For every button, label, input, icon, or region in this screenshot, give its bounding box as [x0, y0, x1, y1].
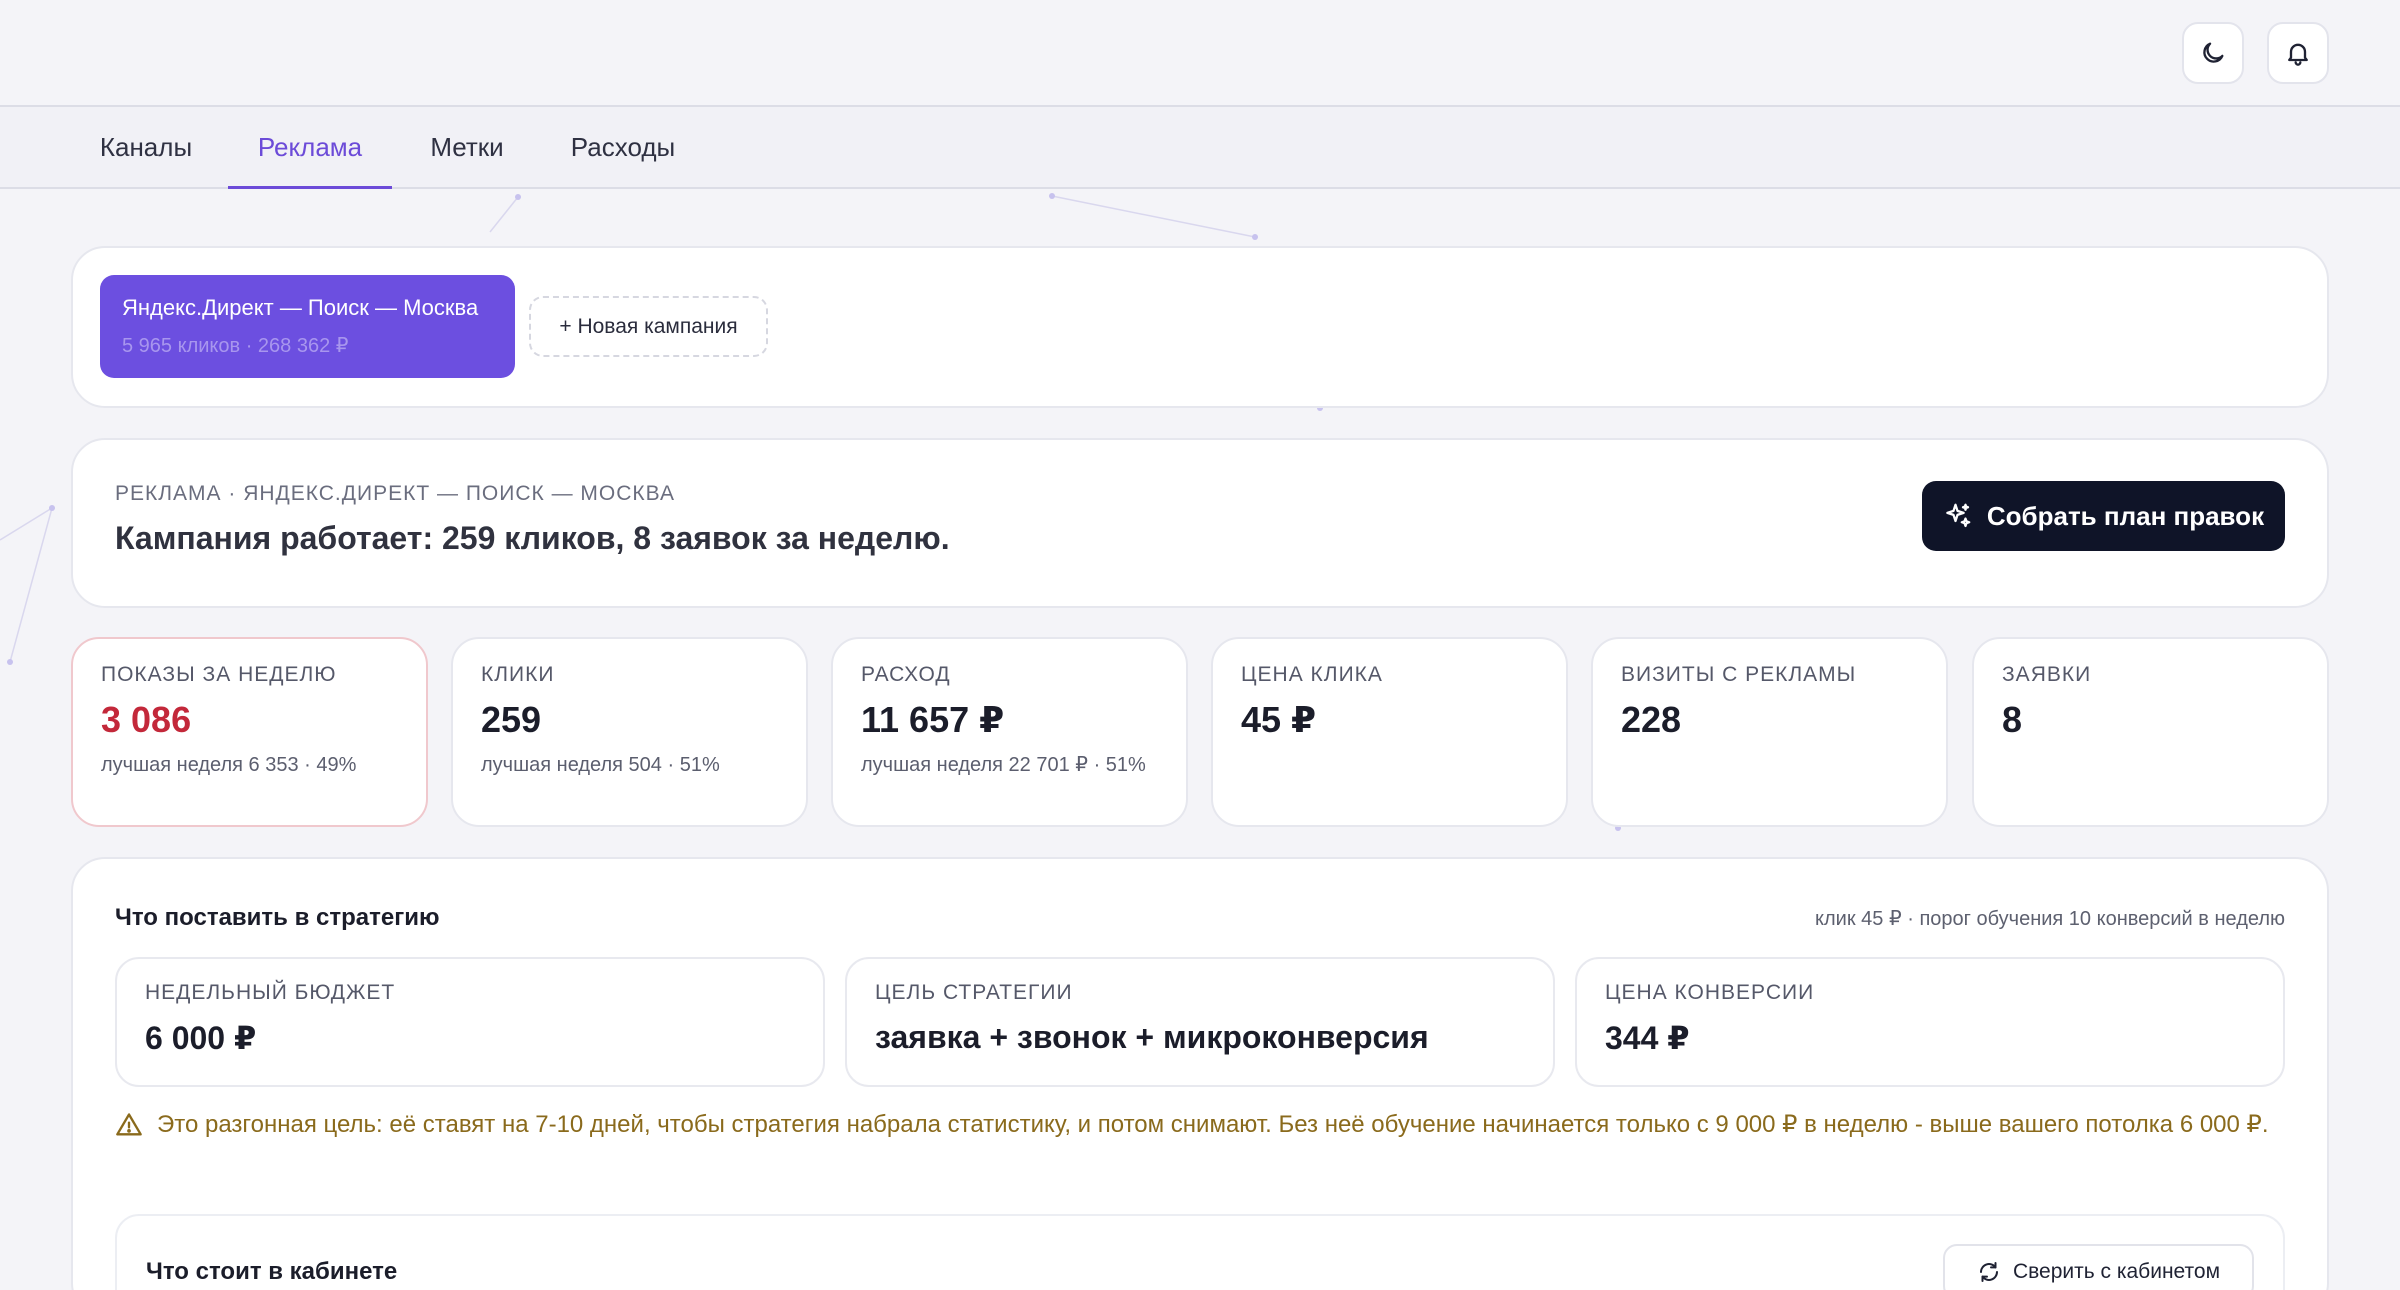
metric-value: 228 — [1621, 699, 1682, 740]
strategy-box-value: заявка + звонок + микроконверсия — [875, 1019, 1429, 1055]
metric-cpc: ЦЕНА КЛИКА 45 ₽ — [1211, 637, 1568, 827]
summary-overline: РЕКЛАМА · ЯНДЕКС.ДИРЕКТ — ПОИСК — МОСКВА — [115, 482, 675, 505]
strategy-meta: клик 45 ₽ · порог обучения 10 конверсий … — [1815, 908, 2285, 930]
tab-expenses[interactable]: Расходы — [568, 107, 678, 187]
moon-icon — [2203, 42, 2224, 63]
metric-sub: лучшая неделя 22 701 ₽ · 51% — [861, 754, 1146, 776]
metric-impressions: ПОКАЗЫ ЗА НЕДЕЛЮ 3 086 лучшая неделя 6 3… — [71, 637, 428, 827]
strategy-budget-box: НЕДЕЛЬНЫЙ БЮДЖЕТ 6 000 ₽ — [115, 957, 825, 1087]
build-plan-button[interactable]: Собрать план правок — [1922, 481, 2285, 551]
warning-triangle-icon — [116, 1113, 142, 1136]
metric-visits: ВИЗИТЫ С РЕКЛАМЫ 228 — [1591, 637, 1948, 827]
metric-sub: лучшая неделя 504 · 51% — [481, 754, 720, 776]
metric-value: 3 086 — [101, 699, 192, 740]
metric-label: РАСХОД — [861, 663, 951, 686]
strategy-box-label: ЦЕНА КОНВЕРСИИ — [1605, 981, 1815, 1004]
campaign-name: Яндекс.Директ — Поиск — Москва — [122, 295, 479, 320]
tab-channels[interactable]: Каналы — [98, 107, 194, 187]
metric-value: 45 ₽ — [1241, 699, 1317, 740]
campaign-chip-selected[interactable]: Яндекс.Директ — Поиск — Москва 5 965 кли… — [100, 275, 515, 378]
tab-tags[interactable]: Метки — [426, 107, 508, 187]
tab-ads[interactable]: Реклама — [228, 107, 392, 189]
strategy-title: Что поставить в стратегию — [115, 904, 440, 931]
metric-label: ЗАЯВКИ — [2002, 663, 2092, 686]
sparkles-icon — [1946, 503, 1971, 528]
strategy-box-label: ЦЕЛЬ СТРАТЕГИИ — [875, 981, 1073, 1004]
new-campaign-button[interactable]: + Новая кампания — [529, 296, 768, 357]
section-tabs: Каналы Реклама Метки Расходы — [0, 107, 2400, 189]
metric-label: ВИЗИТЫ С РЕКЛАМЫ — [1621, 663, 1857, 686]
metric-label: ЦЕНА КЛИКА — [1241, 663, 1383, 686]
bell-icon — [2288, 43, 2308, 66]
metric-label: ПОКАЗЫ ЗА НЕДЕЛЮ — [101, 663, 337, 686]
metric-value: 11 657 ₽ — [861, 699, 1005, 740]
campaign-stats: 5 965 кликов · 268 362 ₽ — [122, 335, 349, 357]
strategy-goal-box: ЦЕЛЬ СТРАТЕГИИ заявка + звонок + микроко… — [845, 957, 1555, 1087]
refresh-icon — [1979, 1262, 1998, 1282]
metric-clicks: КЛИКИ 259 лучшая неделя 504 · 51% — [451, 637, 808, 827]
strategy-warning: Это разгонная цель: её ставят на 7-10 дн… — [115, 1104, 2285, 1146]
strategy-box-value: 344 ₽ — [1605, 1020, 1690, 1056]
top-bar — [0, 0, 2400, 107]
cabinet-title: Что стоит в кабинете — [146, 1258, 398, 1285]
theme-toggle-button[interactable] — [2182, 22, 2244, 84]
metric-sub: лучшая неделя 6 353 · 49% — [101, 754, 357, 776]
notifications-button[interactable] — [2267, 22, 2329, 84]
sync-with-cabinet-button[interactable]: Сверить с кабинетом — [1943, 1244, 2254, 1290]
cabinet-section: Что стоит в кабинете Сверить с кабинетом — [115, 1214, 2285, 1290]
strategy-box-value: 6 000 ₽ — [145, 1020, 257, 1056]
strategy-box-label: НЕДЕЛЬНЫЙ БЮДЖЕТ — [145, 981, 396, 1004]
build-plan-label: Собрать план правок — [1986, 500, 2265, 531]
metric-label: КЛИКИ — [481, 663, 555, 686]
metric-spend: РАСХОД 11 657 ₽ лучшая неделя 22 701 ₽ ·… — [831, 637, 1188, 827]
metric-value: 259 — [481, 699, 542, 740]
sync-button-label: Сверить с кабинетом — [2012, 1260, 2221, 1283]
strategy-cpa-box: ЦЕНА КОНВЕРСИИ 344 ₽ — [1575, 957, 2285, 1087]
strategy-warning-text: Это разгонная цель: её ставят на 7-10 дн… — [157, 1111, 2269, 1138]
summary-headline: Кампания работает: 259 кликов, 8 заявок … — [115, 520, 950, 556]
metric-leads: ЗАЯВКИ 8 — [1972, 637, 2329, 827]
metric-value: 8 — [2002, 699, 2023, 740]
